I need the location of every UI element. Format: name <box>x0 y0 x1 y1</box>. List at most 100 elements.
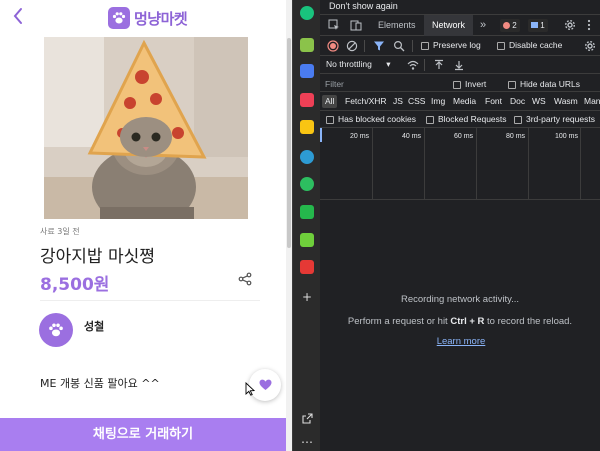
seller-name[interactable]: 성철 <box>84 318 104 334</box>
hint-suffix: to record the reload. <box>484 316 573 327</box>
share-button[interactable] <box>238 271 256 289</box>
clear-icon[interactable] <box>346 40 358 52</box>
mouse-cursor-icon <box>245 382 255 396</box>
grid-line <box>476 128 477 200</box>
learn-more-link[interactable]: Learn more <box>320 336 600 347</box>
timeline-tick: 60 ms <box>454 133 474 140</box>
checkbox-box <box>453 80 461 89</box>
search-icon[interactable] <box>393 40 405 52</box>
seller-avatar[interactable] <box>39 313 73 347</box>
filter-icon[interactable] <box>373 40 385 52</box>
checkbox-box <box>421 41 429 50</box>
error-count: 2 <box>512 21 517 30</box>
type-filter-font[interactable]: Font <box>483 95 504 108</box>
third-party-requests-checkbox[interactable]: 3rd-party requests <box>514 114 595 124</box>
divider <box>40 300 260 301</box>
pocket-icon[interactable] <box>300 93 314 107</box>
app-logo[interactable]: 멍냥마켓 <box>108 6 188 30</box>
divider <box>364 40 365 52</box>
paw-icon <box>49 323 63 337</box>
timeline-tick: 40 ms <box>402 133 422 140</box>
third-party-requests-label: 3rd-party requests <box>526 114 595 124</box>
open-external-icon[interactable] <box>300 413 314 427</box>
type-filter-css[interactable]: CSS <box>406 95 427 108</box>
disable-cache-label: Disable cache <box>509 40 563 50</box>
add-sidebar-app-button[interactable]: + <box>300 290 314 304</box>
type-filter-wasm[interactable]: Wasm <box>552 95 580 108</box>
error-badge[interactable]: 2 <box>500 19 520 32</box>
inspect-element-icon[interactable] <box>328 19 340 31</box>
devtools-tabbar: Elements Network » 2 1 <box>320 15 600 36</box>
share-icon <box>238 272 252 286</box>
wavve-icon[interactable] <box>300 260 314 274</box>
disable-cache-checkbox[interactable]: Disable cache <box>497 40 562 50</box>
invert-checkbox[interactable]: Invert <box>453 79 486 89</box>
more-options-icon[interactable] <box>583 19 595 31</box>
record-icon[interactable] <box>327 40 339 52</box>
product-price: 8,500원 <box>40 275 110 295</box>
devtools-panel: Don't show again Elements Network » 2 1 <box>320 0 600 451</box>
grid-line <box>528 128 529 200</box>
has-blocked-cookies-checkbox[interactable]: Has blocked cookies <box>326 114 416 124</box>
export-har-icon[interactable] <box>453 59 465 71</box>
tab-network[interactable]: Network <box>424 15 474 36</box>
tab-elements[interactable]: Elements <box>370 15 424 36</box>
message-count: 1 <box>540 21 545 30</box>
hide-data-urls-checkbox[interactable]: Hide data URLs <box>508 79 580 89</box>
type-filter-media[interactable]: Media <box>451 95 478 108</box>
reload-hint: Perform a request or hit Ctrl + R to rec… <box>320 316 600 327</box>
type-filter-js[interactable]: JS <box>391 95 405 108</box>
post-meta: 사료 3일 전 <box>40 227 80 236</box>
type-filter-fetch-xhr[interactable]: Fetch/XHR <box>343 95 389 108</box>
edge-icon[interactable] <box>300 150 314 164</box>
app-scroll-thumb[interactable] <box>287 38 291 248</box>
chevron-left-icon <box>13 8 22 24</box>
calendar-icon[interactable] <box>300 64 314 78</box>
sidebar-more-button[interactable]: … <box>300 432 314 446</box>
logo-text: 멍냥마켓 <box>134 9 188 28</box>
checkbox-box <box>497 41 505 50</box>
type-filter-ws[interactable]: WS <box>530 95 548 108</box>
network-settings-icon[interactable] <box>584 40 596 52</box>
network-toolbar: Preserve log Disable cache <box>320 36 600 56</box>
settings-gear-icon[interactable] <box>564 19 576 31</box>
timeline-marker <box>320 128 322 142</box>
filter-input[interactable] <box>323 77 441 90</box>
checkbox-box <box>426 115 434 124</box>
grid-line <box>372 128 373 200</box>
preserve-log-checkbox[interactable]: Preserve log <box>421 40 481 50</box>
network-conditions-icon[interactable] <box>407 59 419 71</box>
chatgpt-icon[interactable] <box>300 6 314 20</box>
evernote-icon[interactable] <box>300 177 314 191</box>
more-tabs-button[interactable]: » <box>472 15 494 36</box>
timeline-tick: 100 ms <box>555 133 578 140</box>
grid-line <box>580 128 581 200</box>
type-filter-all[interactable]: All <box>322 95 338 108</box>
back-button[interactable] <box>8 6 28 28</box>
device-toolbar-icon[interactable] <box>350 19 362 31</box>
hide-data-urls-label: Hide data URLs <box>520 79 581 89</box>
chat-trade-button[interactable]: 채팅으로 거래하기 <box>0 418 286 451</box>
has-blocked-cookies-label: Has blocked cookies <box>338 114 416 124</box>
favorites-icon[interactable] <box>300 120 314 134</box>
memo-icon[interactable] <box>300 38 314 52</box>
memo-green-icon[interactable] <box>300 233 314 247</box>
blocked-requests-checkbox[interactable]: Blocked Requests <box>426 114 507 124</box>
type-filter-doc[interactable]: Doc <box>508 95 527 108</box>
chevron-down-icon: ▾ <box>386 59 391 69</box>
recording-message: Recording network activity... <box>400 294 520 305</box>
type-filter-img[interactable]: Img <box>429 95 447 108</box>
network-overview-timeline[interactable]: 20 ms 40 ms 60 ms 80 ms 100 ms <box>320 128 600 200</box>
preserve-log-label: Preserve log <box>433 40 481 50</box>
type-filter-manifest[interactable]: Man <box>582 95 600 108</box>
blocked-filters-row: Has blocked cookies Blocked Requests 3rd… <box>320 111 600 128</box>
message-badge[interactable]: 1 <box>528 19 548 32</box>
product-description: ME 개봉 신품 팔아요 ^^ <box>40 377 160 390</box>
import-har-icon[interactable] <box>433 59 445 71</box>
invert-label: Invert <box>465 79 487 89</box>
divider <box>424 59 425 71</box>
checkbox-box <box>514 115 522 124</box>
youtube-music-icon[interactable] <box>300 205 314 219</box>
throttling-select[interactable]: No throttling ▾ <box>326 59 391 70</box>
dont-show-again-link[interactable]: Don't show again <box>329 1 398 11</box>
